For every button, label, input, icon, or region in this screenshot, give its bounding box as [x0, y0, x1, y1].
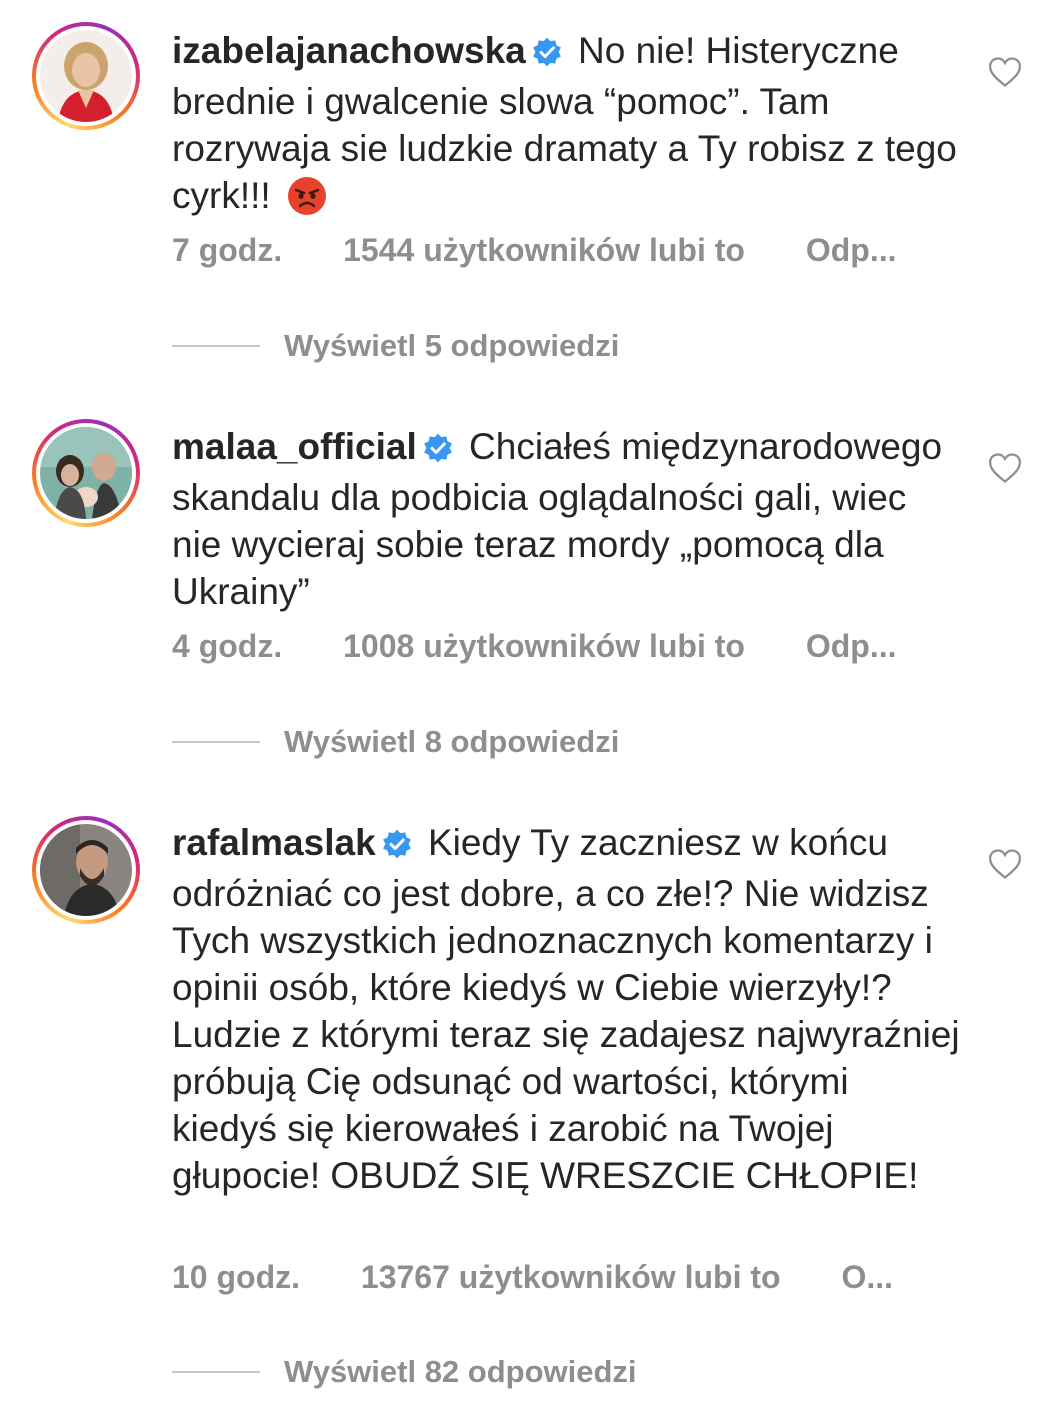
- avatar-image: [40, 427, 132, 519]
- divider-line: [172, 345, 260, 347]
- username-link[interactable]: izabelajanachowska: [172, 30, 526, 71]
- verified-badge-icon: [532, 31, 562, 78]
- divider-line: [172, 741, 260, 743]
- like-heart-icon[interactable]: [988, 848, 1022, 880]
- verified-badge-icon: [382, 823, 412, 870]
- view-replies-label[interactable]: Wyświetl 8 odpowiedzi: [284, 724, 619, 760]
- comment-time[interactable]: 7 godz.: [172, 232, 282, 269]
- reply-button[interactable]: Odp...: [806, 628, 897, 665]
- avatar[interactable]: [32, 419, 140, 527]
- likes-count[interactable]: 13767 użytkowników lubi to: [361, 1259, 781, 1296]
- avatar[interactable]: [32, 816, 140, 924]
- reply-button[interactable]: Odp...: [806, 232, 897, 269]
- comment-body: rafalmaslak Kiedy Ty zaczniesz w końcu o…: [172, 819, 962, 1199]
- comment-meta: 4 godz. 1008 użytkowników lubi to Odp...: [172, 628, 897, 665]
- like-heart-icon[interactable]: [988, 452, 1022, 484]
- pouting-face-emoji-icon: [287, 176, 327, 227]
- avatar-image: [40, 30, 132, 122]
- username-link[interactable]: rafalmaslak: [172, 822, 376, 863]
- comment-text: Kiedy Ty zaczniesz w końcu odróżniać co …: [172, 822, 960, 1196]
- avatar[interactable]: [32, 22, 140, 130]
- view-replies-label[interactable]: Wyświetl 5 odpowiedzi: [284, 328, 619, 364]
- comment-meta: 7 godz. 1544 użytkowników lubi to Odp...: [172, 232, 897, 269]
- comment-body: malaa_official Chciałeś międzynarodowego…: [172, 423, 962, 615]
- username-link[interactable]: malaa_official: [172, 426, 417, 467]
- view-replies-button[interactable]: Wyświetl 8 odpowiedzi: [172, 724, 619, 760]
- view-replies-button[interactable]: Wyświetl 82 odpowiedzi: [172, 1354, 637, 1390]
- comment-meta: 10 godz. 13767 użytkowników lubi to O...: [172, 1259, 893, 1296]
- comment-time[interactable]: 10 godz.: [172, 1259, 300, 1296]
- comment-time[interactable]: 4 godz.: [172, 628, 282, 665]
- likes-count[interactable]: 1008 użytkowników lubi to: [343, 628, 745, 665]
- reply-button[interactable]: O...: [841, 1259, 893, 1296]
- view-replies-button[interactable]: Wyświetl 5 odpowiedzi: [172, 328, 619, 364]
- likes-count[interactable]: 1544 użytkowników lubi to: [343, 232, 745, 269]
- avatar-image: [40, 824, 132, 916]
- verified-badge-icon: [423, 427, 453, 474]
- like-heart-icon[interactable]: [988, 56, 1022, 88]
- comment-body: izabelajanachowska No nie! Histeryczne b…: [172, 27, 962, 227]
- divider-line: [172, 1371, 260, 1373]
- view-replies-label[interactable]: Wyświetl 82 odpowiedzi: [284, 1354, 637, 1390]
